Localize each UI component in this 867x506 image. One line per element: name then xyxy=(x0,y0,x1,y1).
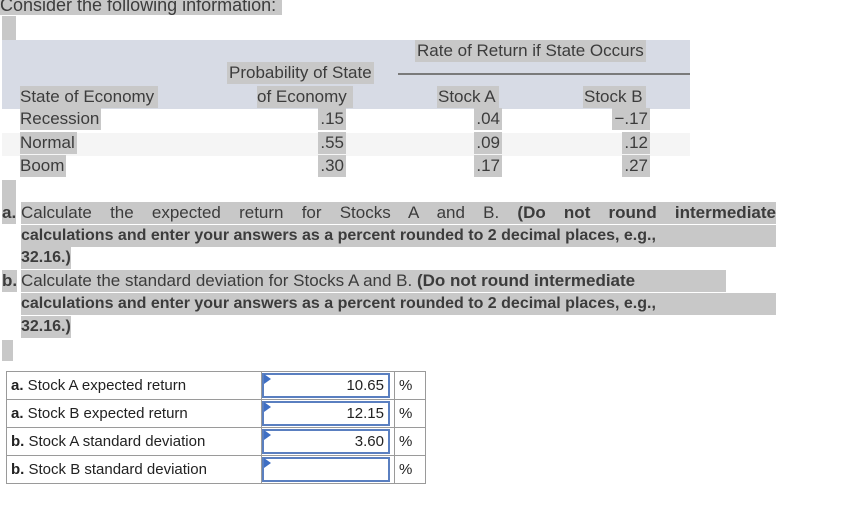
answer-label-text: Stock A standard deviation xyxy=(24,433,206,450)
answer-label-text: Stock B standard deviation xyxy=(24,461,207,478)
paragraph-marker xyxy=(2,340,13,361)
stock-b-expected-return-input[interactable] xyxy=(262,401,390,426)
stock-a-std-dev-input[interactable] xyxy=(262,429,390,454)
header-stock-b: Stock B xyxy=(583,86,646,108)
cell-stock-b: −.17 xyxy=(612,108,650,130)
header-stock-a: Stock A xyxy=(437,86,499,108)
cell-probability: .15 xyxy=(318,108,346,130)
answer-label: a. Stock B expected return xyxy=(6,399,262,428)
answer-row: a. Stock B expected return % xyxy=(6,399,426,428)
flag-icon xyxy=(264,402,271,412)
answer-cell xyxy=(261,427,395,456)
unit-label: % xyxy=(394,427,426,456)
answer-label-text: Stock B expected return xyxy=(23,405,188,422)
answer-label: b. Stock A standard deviation xyxy=(6,427,262,456)
stock-a-expected-return-input[interactable] xyxy=(262,373,390,398)
question-a-line2: calculations and enter your answers as a… xyxy=(21,225,776,247)
paragraph-marker xyxy=(2,180,16,202)
header-state: State of Economy xyxy=(20,86,159,108)
answer-prefix: b. xyxy=(11,433,25,450)
group-header: Rate of Return if State Occurs xyxy=(415,40,646,62)
paragraph-marker xyxy=(2,16,16,40)
question-a-line1: Calculate the expected return for Stocks… xyxy=(21,202,776,224)
cell-state: Boom xyxy=(20,155,67,177)
question-b-line2: calculations and enter your answers as a… xyxy=(21,293,776,315)
answer-cell xyxy=(261,371,395,400)
question-b-label: b. xyxy=(2,270,18,292)
cell-stock-b: .12 xyxy=(622,132,650,154)
question-a-text: Calculate the expected return for Stocks… xyxy=(21,203,518,222)
cell-stock-a: .09 xyxy=(474,132,502,154)
cell-stock-a: .17 xyxy=(474,155,502,177)
unit-label: % xyxy=(394,399,426,428)
question-a-instruction-start: (Do not round intermediate xyxy=(517,203,776,222)
unit-label: % xyxy=(394,371,426,400)
cell-state: Recession xyxy=(20,108,102,130)
answer-label: b. Stock B standard deviation xyxy=(6,455,262,484)
flag-icon xyxy=(264,430,271,440)
group-header-rule xyxy=(398,73,690,75)
cell-stock-b: .27 xyxy=(622,155,650,177)
stock-b-std-dev-input[interactable] xyxy=(262,457,390,482)
unit-label: % xyxy=(394,455,426,484)
cell-state: Normal xyxy=(20,132,77,154)
answer-prefix: b. xyxy=(11,461,25,478)
question-b-line1: Calculate the standard deviation for Sto… xyxy=(21,270,726,292)
answer-cell xyxy=(261,455,395,484)
cell-stock-a: .04 xyxy=(474,108,502,130)
table-row-stripe xyxy=(2,133,690,156)
header-probability-line1: Probability of State xyxy=(227,62,374,84)
flag-icon xyxy=(264,374,271,384)
answer-cell xyxy=(261,399,395,428)
answer-row: b. Stock B standard deviation % xyxy=(6,455,426,484)
question-b-text: Calculate the standard deviation for Sto… xyxy=(21,271,417,290)
intro-text: Consider the following information: xyxy=(0,0,283,16)
answer-row: b. Stock A standard deviation % xyxy=(6,427,426,456)
answer-label: a. Stock A expected return xyxy=(6,371,262,400)
question-a-line3: 32.16.) xyxy=(21,247,71,269)
question-a-label: a. xyxy=(2,202,17,224)
answer-prefix: a. xyxy=(11,405,24,422)
cell-probability: .55 xyxy=(318,132,346,154)
answer-label-text: Stock A expected return xyxy=(23,377,187,394)
header-probability-line2: of Economy xyxy=(257,86,353,108)
answer-table: a. Stock A expected return % a. Stock B … xyxy=(6,371,426,484)
question-b-instruction-start: (Do not round intermediate xyxy=(416,271,636,290)
answer-row: a. Stock A expected return % xyxy=(6,371,426,400)
cell-probability: .30 xyxy=(318,155,346,177)
answer-prefix: a. xyxy=(11,377,24,394)
question-b-line3: 32.16.) xyxy=(21,316,71,338)
flag-icon xyxy=(264,458,271,468)
